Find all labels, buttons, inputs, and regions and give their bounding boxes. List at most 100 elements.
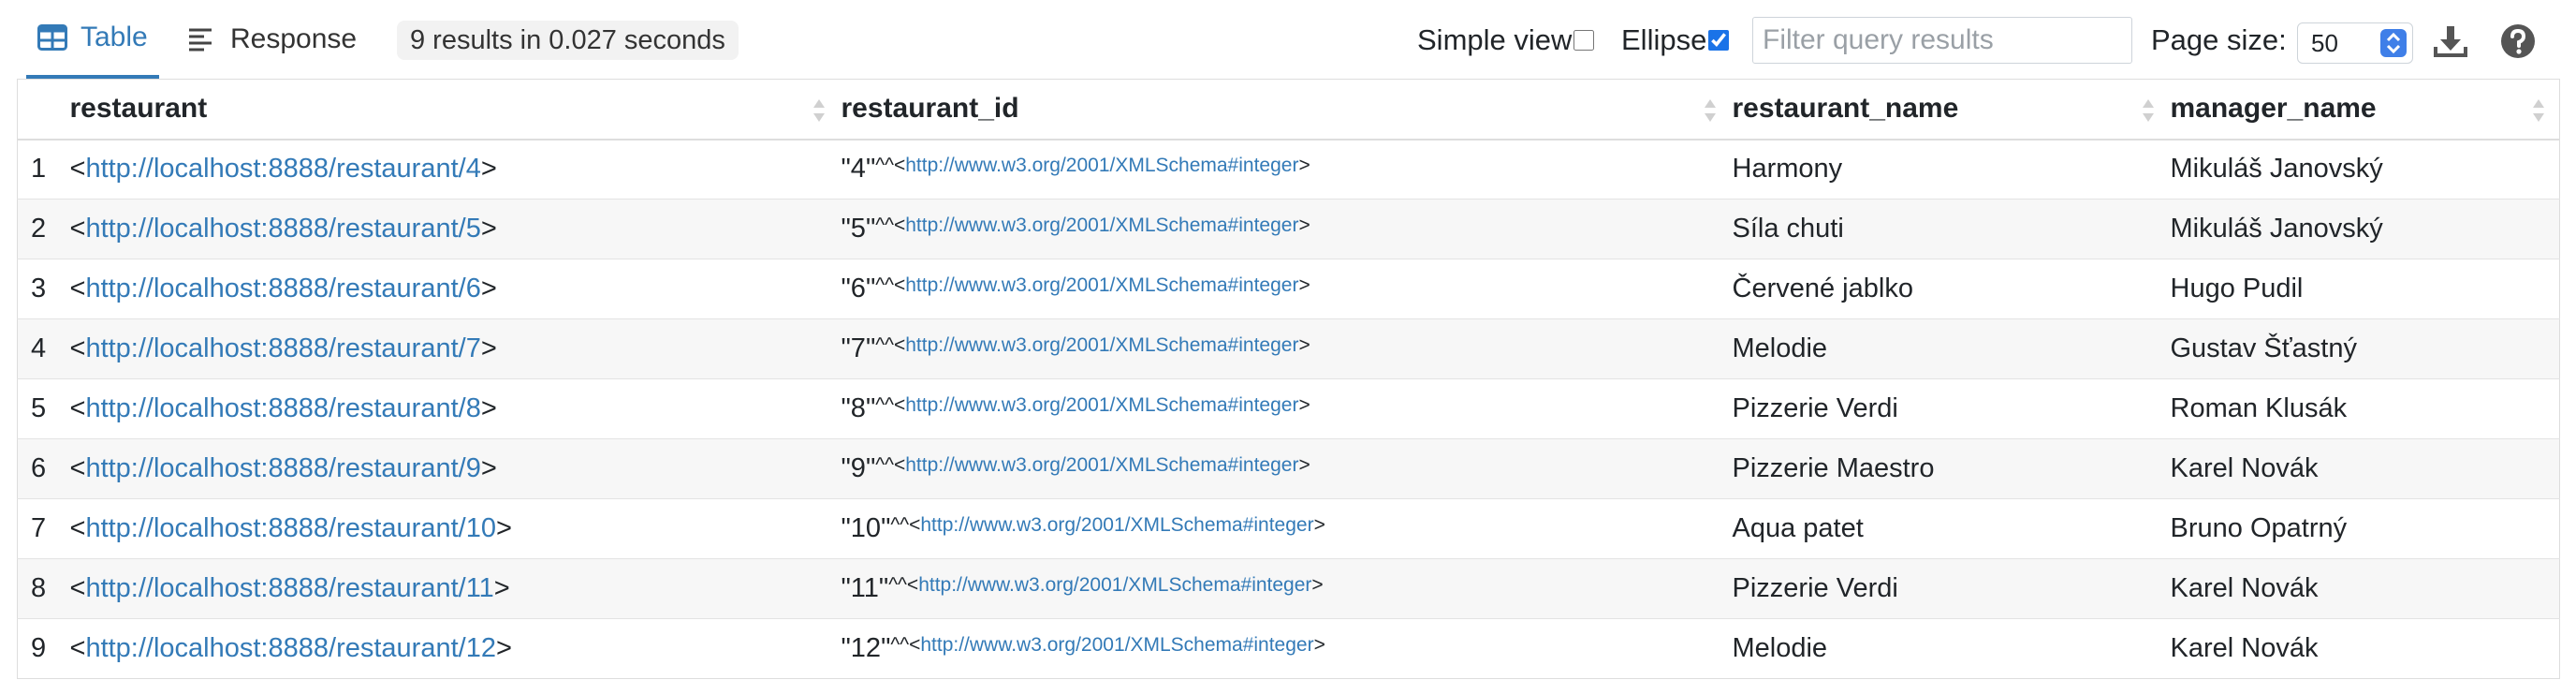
restaurant-iri-link[interactable]: http://localhost:8888/restaurant/9 xyxy=(85,453,480,483)
restaurant-iri-link[interactable]: http://localhost:8888/restaurant/12 xyxy=(85,633,496,663)
column-header-restaurant[interactable]: restaurant xyxy=(67,79,840,140)
restaurant-name-cell: Síla chuti xyxy=(1730,199,2169,259)
restaurant-cell: <http://localhost:8888/restaurant/5> xyxy=(67,199,840,259)
column-header-restaurant-id[interactable]: restaurant_id xyxy=(839,79,1731,140)
datatype-link[interactable]: http://www.w3.org/2001/XMLSchema#integer xyxy=(905,274,1298,296)
row-index: 2 xyxy=(17,199,68,259)
manager-name-cell: Karel Novák xyxy=(2168,618,2560,679)
row-index: 6 xyxy=(17,438,68,499)
ellipse-toggle[interactable]: Ellipse xyxy=(1621,21,1730,60)
restaurant-iri-link[interactable]: http://localhost:8888/restaurant/5 xyxy=(85,214,480,244)
manager-name-cell: Karel Novák xyxy=(2168,438,2560,499)
manager-name-cell: Karel Novák xyxy=(2168,558,2560,619)
column-header-label: restaurant xyxy=(69,93,208,125)
restaurant-cell: <http://localhost:8888/restaurant/12> xyxy=(67,618,840,679)
column-header-label: restaurant_id xyxy=(841,93,1019,125)
simple-view-toggle[interactable]: Simple view xyxy=(1417,21,1595,60)
restaurant-cell: <http://localhost:8888/restaurant/7> xyxy=(67,318,840,379)
column-header-label: manager_name xyxy=(2170,93,2377,125)
row-index: 3 xyxy=(17,259,68,319)
sort-icon[interactable] xyxy=(2531,96,2546,125)
sort-icon[interactable] xyxy=(1703,96,1718,125)
column-header-manager-name[interactable]: manager_name xyxy=(2168,79,2560,140)
column-header-restaurant-name[interactable]: restaurant_name xyxy=(1730,79,2169,140)
lines-icon xyxy=(187,25,217,53)
download-button[interactable] xyxy=(2432,22,2469,60)
restaurant-id-cell: "4"^^<http://www.w3.org/2001/XMLSchema#i… xyxy=(839,139,1731,200)
tab-response[interactable]: Response xyxy=(187,0,374,79)
restaurant-name-cell: Melodie xyxy=(1730,318,2169,379)
manager-name-cell: Hugo Pudil xyxy=(2168,259,2560,319)
manager-name-cell: Roman Klusák xyxy=(2168,378,2560,439)
tab-table[interactable]: Table xyxy=(26,0,159,79)
simple-view-label: Simple view xyxy=(1417,23,1573,56)
manager-name-cell: Mikuláš Janovský xyxy=(2168,199,2560,259)
select-updown-icon xyxy=(2380,29,2407,57)
help-button[interactable] xyxy=(2499,22,2537,60)
datatype-link[interactable]: http://www.w3.org/2001/XMLSchema#integer xyxy=(905,155,1298,176)
restaurant-iri-link[interactable]: http://localhost:8888/restaurant/4 xyxy=(85,154,480,184)
restaurant-id-cell: "5"^^<http://www.w3.org/2001/XMLSchema#i… xyxy=(839,199,1731,259)
restaurant-iri-link[interactable]: http://localhost:8888/restaurant/10 xyxy=(85,513,496,543)
restaurant-name-cell: Pizzerie Verdi xyxy=(1730,558,2169,619)
literal-value: 4 xyxy=(850,154,866,185)
results-table: restaurant restaurant_id restaurant_name… xyxy=(17,79,2560,679)
datatype-link[interactable]: http://www.w3.org/2001/XMLSchema#integer xyxy=(905,394,1298,416)
restaurant-iri-link[interactable]: http://localhost:8888/restaurant/11 xyxy=(85,573,493,603)
datatype-link[interactable]: http://www.w3.org/2001/XMLSchema#integer xyxy=(905,334,1298,356)
table-row: 2 <http://localhost:8888/restaurant/5> "… xyxy=(17,199,2560,259)
literal-value: 12 xyxy=(850,633,882,663)
table-row: 4 <http://localhost:8888/restaurant/7> "… xyxy=(17,318,2560,379)
table-row: 8 <http://localhost:8888/restaurant/11> … xyxy=(17,558,2560,619)
literal-value: 10 xyxy=(850,513,882,543)
table-row: 7 <http://localhost:8888/restaurant/10> … xyxy=(17,498,2560,559)
manager-name-cell: Bruno Opatrný xyxy=(2168,498,2560,559)
page-size-select[interactable]: 50 xyxy=(2297,22,2413,64)
table-row: 1 <http://localhost:8888/restaurant/4> "… xyxy=(17,139,2560,200)
restaurant-id-cell: "11"^^<http://www.w3.org/2001/XMLSchema#… xyxy=(839,558,1731,619)
table-row: 5 <http://localhost:8888/restaurant/8> "… xyxy=(17,378,2560,439)
manager-name-cell: Gustav Šťastný xyxy=(2168,318,2560,379)
restaurant-id-cell: "10"^^<http://www.w3.org/2001/XMLSchema#… xyxy=(839,498,1731,559)
filter-query-input[interactable] xyxy=(1752,17,2132,64)
restaurant-cell: <http://localhost:8888/restaurant/8> xyxy=(67,378,840,439)
row-index: 4 xyxy=(17,318,68,379)
page-size-value: 50 xyxy=(2311,29,2338,57)
literal-value: 6 xyxy=(850,274,866,303)
restaurant-name-cell: Aqua patet xyxy=(1730,498,2169,559)
datatype-link[interactable]: http://www.w3.org/2001/XMLSchema#integer xyxy=(918,574,1311,596)
restaurant-id-cell: "7"^^<http://www.w3.org/2001/XMLSchema#i… xyxy=(839,318,1731,379)
restaurant-iri-link[interactable]: http://localhost:8888/restaurant/8 xyxy=(85,393,480,423)
restaurant-id-cell: "9"^^<http://www.w3.org/2001/XMLSchema#i… xyxy=(839,438,1731,499)
datatype-link[interactable]: http://www.w3.org/2001/XMLSchema#integer xyxy=(920,514,1313,536)
restaurant-iri-link[interactable]: http://localhost:8888/restaurant/7 xyxy=(85,333,480,363)
manager-name-cell: Mikuláš Janovský xyxy=(2168,139,2560,200)
question-circle-icon xyxy=(2501,24,2535,58)
sort-icon[interactable] xyxy=(2141,96,2156,125)
results-toolbar: Table Response 9 results in 0.027 second… xyxy=(0,0,2576,79)
datatype-link[interactable]: http://www.w3.org/2001/XMLSchema#integer xyxy=(905,454,1298,476)
row-index: 8 xyxy=(17,558,68,619)
page-size-label: Page size: xyxy=(2151,23,2287,56)
row-index: 7 xyxy=(17,498,68,559)
download-icon xyxy=(2434,26,2467,57)
restaurant-name-cell: Pizzerie Verdi xyxy=(1730,378,2169,439)
table-row: 3 <http://localhost:8888/restaurant/6> "… xyxy=(17,259,2560,319)
index-header xyxy=(17,79,68,140)
column-header-label: restaurant_name xyxy=(1732,93,1959,125)
row-index: 5 xyxy=(17,378,68,439)
datatype-link[interactable]: http://www.w3.org/2001/XMLSchema#integer xyxy=(905,214,1298,236)
ellipse-label: Ellipse xyxy=(1621,23,1707,56)
restaurant-name-cell: Pizzerie Maestro xyxy=(1730,438,2169,499)
restaurant-cell: <http://localhost:8888/restaurant/11> xyxy=(67,558,840,619)
restaurant-iri-link[interactable]: http://localhost:8888/restaurant/6 xyxy=(85,274,480,303)
ellipse-checkbox[interactable] xyxy=(1708,30,1730,51)
row-index: 1 xyxy=(17,139,68,200)
restaurant-cell: <http://localhost:8888/restaurant/9> xyxy=(67,438,840,499)
simple-view-checkbox[interactable] xyxy=(1573,30,1595,51)
restaurant-name-cell: Melodie xyxy=(1730,618,2169,679)
datatype-link[interactable]: http://www.w3.org/2001/XMLSchema#integer xyxy=(920,634,1313,656)
restaurant-name-cell: Červené jablko xyxy=(1730,259,2169,319)
literal-value: 8 xyxy=(850,393,866,423)
sort-icon[interactable] xyxy=(812,96,827,125)
